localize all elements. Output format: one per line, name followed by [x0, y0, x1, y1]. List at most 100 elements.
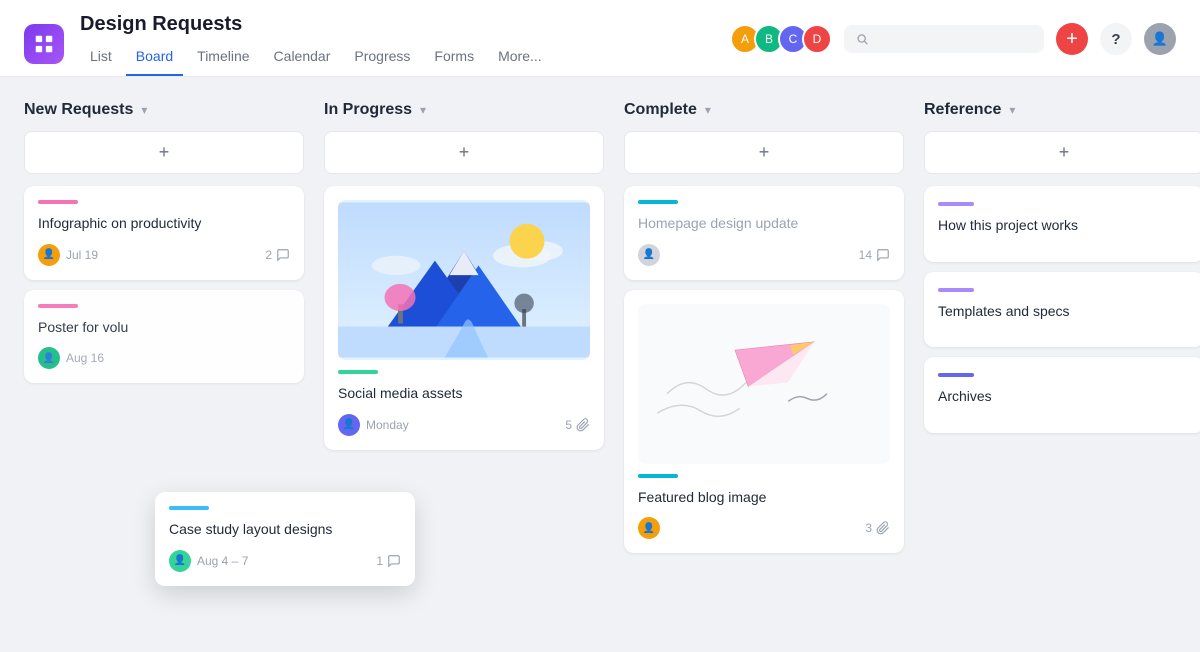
card-meta: 👤 14 — [638, 244, 890, 266]
card-date: Jul 19 — [66, 248, 98, 262]
column-title-new-requests: New Requests — [24, 101, 133, 119]
card-user: 👤 Aug 16 — [38, 347, 104, 369]
card-mountain-image — [338, 200, 590, 360]
card-templates-specs[interactable]: Templates and specs — [924, 272, 1200, 348]
card-plane-image — [638, 304, 890, 464]
card-title: Case study layout designs — [169, 520, 401, 540]
card-meta: 👤 Monday 5 — [338, 414, 590, 436]
card-user: 👤 Aug 4 – 7 — [169, 550, 248, 572]
card-accent — [938, 373, 974, 377]
search-icon — [856, 32, 868, 46]
card-title: Archives — [938, 387, 1190, 407]
column-chevron-new-requests[interactable]: ▾ — [141, 103, 147, 117]
card-user: 👤 Monday — [338, 414, 409, 436]
tab-forms[interactable]: Forms — [424, 42, 484, 76]
card-title: Templates and specs — [938, 302, 1190, 322]
card-comments: 2 — [265, 248, 290, 262]
card-comments: 14 — [859, 248, 890, 262]
column-chevron-reference[interactable]: ▾ — [1009, 103, 1015, 117]
comment-icon — [876, 248, 890, 262]
card-date: Aug 16 — [66, 351, 104, 365]
card-accent — [38, 200, 78, 204]
card-meta: 👤 Jul 19 2 — [38, 244, 290, 266]
add-card-new-requests[interactable]: + — [24, 131, 304, 174]
card-title: Social media assets — [338, 384, 590, 404]
team-avatars: A B C D — [730, 24, 832, 54]
header-right: A B C D + ? 👤 — [730, 23, 1176, 65]
add-button[interactable]: + — [1056, 23, 1088, 55]
header: Design Requests List Board Timeline Cale… — [0, 0, 1200, 77]
card-avatar: 👤 — [169, 550, 191, 572]
card-social-media[interactable]: Social media assets 👤 Monday 5 — [324, 186, 604, 450]
card-avatar: 👤 — [638, 517, 660, 539]
card-accent — [338, 370, 378, 374]
card-title: How this project works — [938, 216, 1190, 236]
card-comments: 1 — [376, 554, 401, 568]
attach-icon — [576, 418, 590, 432]
nav-tabs: List Board Timeline Calendar Progress Fo… — [80, 42, 714, 76]
search-bar[interactable] — [844, 25, 1044, 53]
add-card-reference[interactable]: + — [924, 131, 1200, 174]
card-archives[interactable]: Archives — [924, 357, 1200, 433]
card-user: 👤 Jul 19 — [38, 244, 98, 266]
card-title: Homepage design update — [638, 214, 890, 234]
card-date: Aug 4 – 7 — [197, 554, 248, 568]
column-header-reference: Reference ▾ — [924, 101, 1200, 119]
card-comments: 3 — [865, 521, 890, 535]
column-header-in-progress: In Progress ▾ — [324, 101, 604, 119]
card-accent — [638, 200, 678, 204]
tab-progress[interactable]: Progress — [344, 42, 420, 76]
comment-icon — [387, 554, 401, 568]
column-chevron-complete[interactable]: ▾ — [705, 103, 711, 117]
card-accent — [38, 304, 78, 308]
card-infographic[interactable]: Infographic on productivity 👤 Jul 19 2 — [24, 186, 304, 280]
user-avatar[interactable]: 👤 — [1144, 23, 1176, 55]
card-avatar: 👤 — [338, 414, 360, 436]
card-meta: 👤 3 — [638, 517, 890, 539]
card-avatar: 👤 — [638, 244, 660, 266]
comment-icon — [276, 248, 290, 262]
column-header-complete: Complete ▾ — [624, 101, 904, 119]
card-how-project-works[interactable]: How this project works — [924, 186, 1200, 262]
help-button[interactable]: ? — [1100, 23, 1132, 55]
card-title: Infographic on productivity — [38, 214, 290, 234]
app-icon — [24, 24, 64, 64]
tab-timeline[interactable]: Timeline — [187, 42, 259, 76]
column-header-new-requests: New Requests ▾ — [24, 101, 304, 119]
tab-more[interactable]: More... — [488, 42, 552, 76]
card-homepage[interactable]: Homepage design update 👤 14 — [624, 186, 904, 280]
tab-calendar[interactable]: Calendar — [264, 42, 341, 76]
column-title-reference: Reference — [924, 101, 1001, 119]
card-accent — [938, 288, 974, 292]
tab-board[interactable]: Board — [126, 42, 183, 76]
avatar-4: D — [802, 24, 832, 54]
column-reference: Reference ▾ + How this project works Tem… — [924, 101, 1200, 641]
column-title-in-progress: In Progress — [324, 101, 412, 119]
attach-icon — [876, 521, 890, 535]
add-card-complete[interactable]: + — [624, 131, 904, 174]
card-avatar: 👤 — [38, 347, 60, 369]
card-blog-image[interactable]: Featured blog image 👤 3 — [624, 290, 904, 554]
column-complete: Complete ▾ + Homepage design update 👤 14 — [624, 101, 904, 641]
column-title-complete: Complete — [624, 101, 697, 119]
tab-list[interactable]: List — [80, 42, 122, 76]
card-comments: 5 — [565, 418, 590, 432]
card-user: 👤 — [638, 244, 660, 266]
floating-card-case-study[interactable]: Case study layout designs 👤 Aug 4 – 7 1 — [155, 492, 415, 586]
card-meta: 👤 Aug 16 — [38, 347, 290, 369]
project-title: Design Requests — [80, 12, 714, 36]
card-date: Monday — [366, 418, 409, 432]
card-accent — [638, 474, 678, 478]
card-user: 👤 — [638, 517, 660, 539]
card-meta: 👤 Aug 4 – 7 1 — [169, 550, 401, 572]
card-poster[interactable]: Poster for volu 👤 Aug 16 — [24, 290, 304, 384]
card-title: Featured blog image — [638, 488, 890, 508]
search-input[interactable] — [876, 31, 1032, 47]
card-title: Poster for volu — [38, 318, 290, 338]
card-avatar: 👤 — [38, 244, 60, 266]
card-accent — [169, 506, 209, 510]
add-card-in-progress[interactable]: + — [324, 131, 604, 174]
header-title-area: Design Requests List Board Timeline Cale… — [80, 12, 714, 76]
card-accent — [938, 202, 974, 206]
column-chevron-in-progress[interactable]: ▾ — [420, 103, 426, 117]
